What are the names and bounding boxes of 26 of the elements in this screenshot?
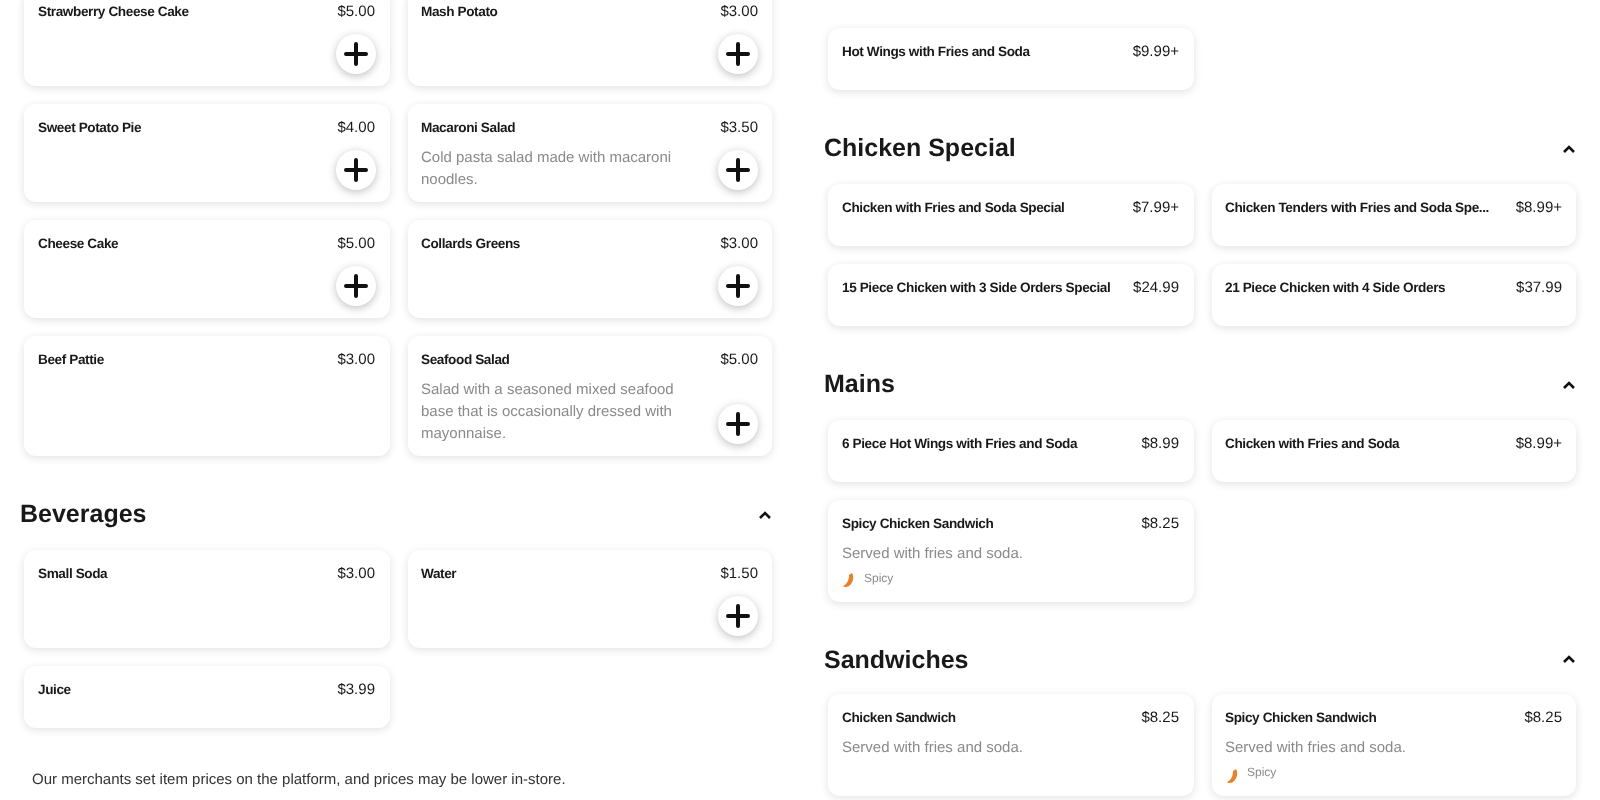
- add-button[interactable]: [718, 34, 758, 74]
- add-button[interactable]: [335, 266, 375, 306]
- section-heading: Mains: [824, 367, 895, 402]
- add-button[interactable]: [335, 34, 375, 74]
- add-button[interactable]: [718, 266, 758, 306]
- section-heading: Chicken Special: [824, 132, 1016, 166]
- chevron-up-icon[interactable]: [758, 509, 772, 520]
- plus-icon: [726, 603, 750, 628]
- chevron-up-icon[interactable]: [1562, 143, 1576, 154]
- plus-icon: [726, 158, 750, 182]
- add-button[interactable]: [335, 150, 375, 190]
- add-button[interactable]: [718, 150, 758, 190]
- section-heading: Beverages: [20, 498, 147, 532]
- chevron-up-icon[interactable]: [1562, 379, 1576, 390]
- pepper-icon: [842, 572, 856, 588]
- add-button[interactable]: [718, 595, 758, 636]
- plus-icon: [726, 412, 750, 436]
- plus-icon: [343, 274, 367, 298]
- pepper-icon: [1225, 767, 1239, 784]
- add-button[interactable]: [718, 404, 758, 444]
- chevron-up-icon[interactable]: [1562, 654, 1576, 665]
- section-heading: Sandwiches: [824, 643, 969, 677]
- plus-icon: [343, 42, 367, 66]
- plus-icon: [726, 42, 750, 66]
- plus-icon: [726, 274, 750, 298]
- plus-icon: [343, 158, 367, 182]
